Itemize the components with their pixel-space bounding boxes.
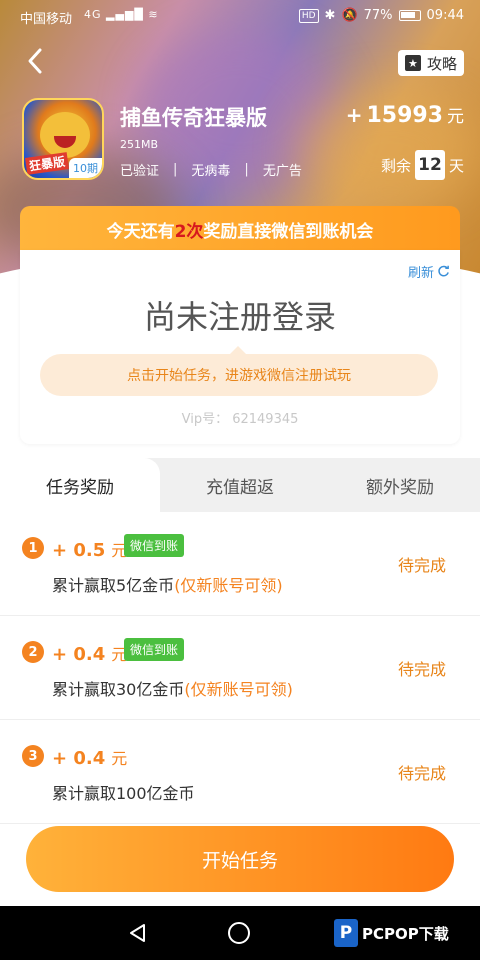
remaining-days: 剩余 12 天 xyxy=(381,150,464,180)
task-reward: + 0.4 元 xyxy=(52,641,127,665)
task-reward: + 0.4 元 xyxy=(52,745,127,769)
task-number: 1 xyxy=(22,537,44,559)
login-status-title: 尚未注册登录 xyxy=(143,298,336,336)
remaining-prefix: 剩余 xyxy=(380,156,411,175)
task-desc-text: 累计赢取5亿金币 xyxy=(52,576,175,595)
promo-suffix: 奖励直接微信到账机会 xyxy=(203,221,374,242)
reward-amount: 15993 xyxy=(366,103,443,128)
tab-extra-rewards[interactable]: 额外奖励 xyxy=(320,458,480,512)
login-card: 刷新 尚未注册登录 点击开始任务，进游戏微信注册试玩 Vip号： 6214934… xyxy=(20,250,460,444)
task-number: 2 xyxy=(22,641,44,663)
task-reward-amount: + 0.4 xyxy=(52,644,106,665)
tab-task-rewards[interactable]: 任务奖励 xyxy=(0,458,160,512)
task-status: 待完成 xyxy=(397,764,446,783)
tag-no-virus: 无病毒 xyxy=(191,164,231,179)
task-tabs: 任务奖励 充值超返 额外奖励 xyxy=(0,458,480,512)
refresh-label: 刷新 xyxy=(407,266,434,281)
wechat-badge: 微信到账 xyxy=(124,534,185,557)
nav-home-icon[interactable] xyxy=(228,922,250,944)
tip-bubble: 点击开始任务，进游戏微信注册试玩 xyxy=(40,346,438,396)
clock: 09:44 xyxy=(426,8,464,23)
game-title: 捕鱼传奇狂暴版 xyxy=(120,106,267,130)
reward-unit: 元 xyxy=(447,107,464,127)
total-reward: + 15993 元 xyxy=(346,102,464,128)
mute-icon: 🔕 xyxy=(341,8,358,23)
game-size: 251MB xyxy=(120,138,159,151)
star-icon: ★ xyxy=(404,55,421,71)
start-task-button[interactable]: 开始任务 xyxy=(26,826,454,892)
tag-divider: | xyxy=(244,162,249,177)
hd-icon: HD xyxy=(298,8,319,23)
game-tags: 已验证 | 无病毒 | 无广告 xyxy=(120,160,302,179)
promo-prefix: 今天还有 xyxy=(106,221,175,242)
system-nav-bar: P PCPOP下载 xyxy=(0,906,480,960)
bluetooth-icon: ✱ xyxy=(324,8,336,23)
tab-recharge-rebate[interactable]: 充值超返 xyxy=(160,458,320,512)
nav-back-icon[interactable] xyxy=(128,923,148,943)
promo-banner: 今天还有 2次 奖励直接微信到账机会 xyxy=(20,206,460,252)
watermark-text: PCPOP下载 xyxy=(362,924,449,943)
game-icon-tag: 狂暴版 xyxy=(25,152,69,175)
tag-no-ads: 无广告 xyxy=(262,164,302,179)
task-list: 1 + 0.5 元 微信到账 累计赢取5亿金币(仅新账号可领) 待完成 2 + … xyxy=(0,512,480,824)
watermark-logo-icon: P xyxy=(334,919,358,947)
back-button[interactable] xyxy=(22,46,50,76)
game-period-badge: 10期 xyxy=(69,158,102,178)
refresh-icon xyxy=(438,265,449,277)
signal-icon: 4G ▂▄▆█ ≋ xyxy=(84,8,159,21)
status-bar: 中国移动 4G ▂▄▆█ ≋ HD ✱ 🔕 77% 09:44 xyxy=(0,0,480,32)
task-status: 待完成 xyxy=(397,556,446,575)
remaining-days-value: 12 xyxy=(414,150,445,180)
task-note: (仅新账号可领) xyxy=(184,680,293,699)
task-desc-text: 累计赢取30亿金币 xyxy=(52,680,185,699)
battery-percent: 77% xyxy=(363,8,393,23)
task-reward: + 0.5 元 xyxy=(52,537,127,561)
wechat-badge: 微信到账 xyxy=(124,638,185,661)
battery-icon xyxy=(398,10,421,21)
task-note: (仅新账号可领) xyxy=(174,576,283,595)
task-item[interactable]: 3 + 0.4 元 累计赢取100亿金币 待完成 xyxy=(0,720,480,824)
network-type: 4G xyxy=(84,8,102,21)
task-item[interactable]: 2 + 0.4 元 微信到账 累计赢取30亿金币(仅新账号可领) 待完成 xyxy=(0,616,480,720)
guide-label: 攻略 xyxy=(426,54,457,73)
promo-highlight: 2次 xyxy=(174,221,204,242)
task-number: 3 xyxy=(22,745,44,767)
refresh-button[interactable]: 刷新 xyxy=(408,262,450,281)
task-description: 累计赢取30亿金币(仅新账号可领) xyxy=(52,676,293,700)
chevron-left-icon xyxy=(28,48,42,74)
task-desc-text: 累计赢取100亿金币 xyxy=(52,784,195,803)
task-reward-amount: + 0.5 xyxy=(52,540,106,561)
task-description: 累计赢取100亿金币 xyxy=(52,780,195,804)
vip-id: Vip号： 62149345 xyxy=(181,412,299,427)
carrier-label: 中国移动 xyxy=(20,12,73,27)
tag-divider: | xyxy=(173,162,178,177)
task-status: 待完成 xyxy=(397,660,446,679)
tag-verified: 已验证 xyxy=(120,164,160,179)
remaining-suffix: 天 xyxy=(448,156,464,175)
reward-plus: + xyxy=(345,103,363,127)
task-reward-unit: 元 xyxy=(111,749,128,768)
task-item[interactable]: 1 + 0.5 元 微信到账 累计赢取5亿金币(仅新账号可领) 待完成 xyxy=(0,512,480,616)
task-description: 累计赢取5亿金币(仅新账号可领) xyxy=(52,572,283,596)
task-reward-amount: + 0.4 xyxy=(52,748,106,769)
guide-button[interactable]: ★ 攻略 xyxy=(398,50,464,76)
watermark: P PCPOP下载 xyxy=(334,919,449,947)
game-icon: 狂暴版 10期 xyxy=(22,98,104,180)
